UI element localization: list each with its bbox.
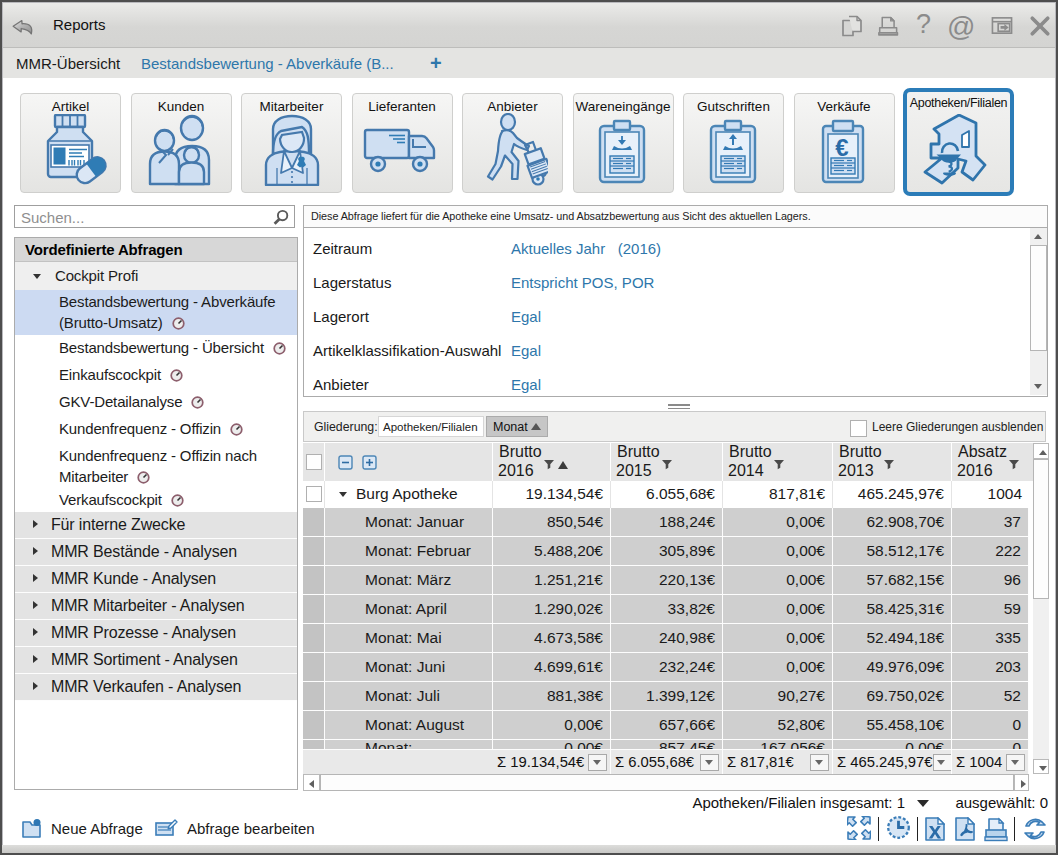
svg-text:€: €: [835, 134, 848, 161]
